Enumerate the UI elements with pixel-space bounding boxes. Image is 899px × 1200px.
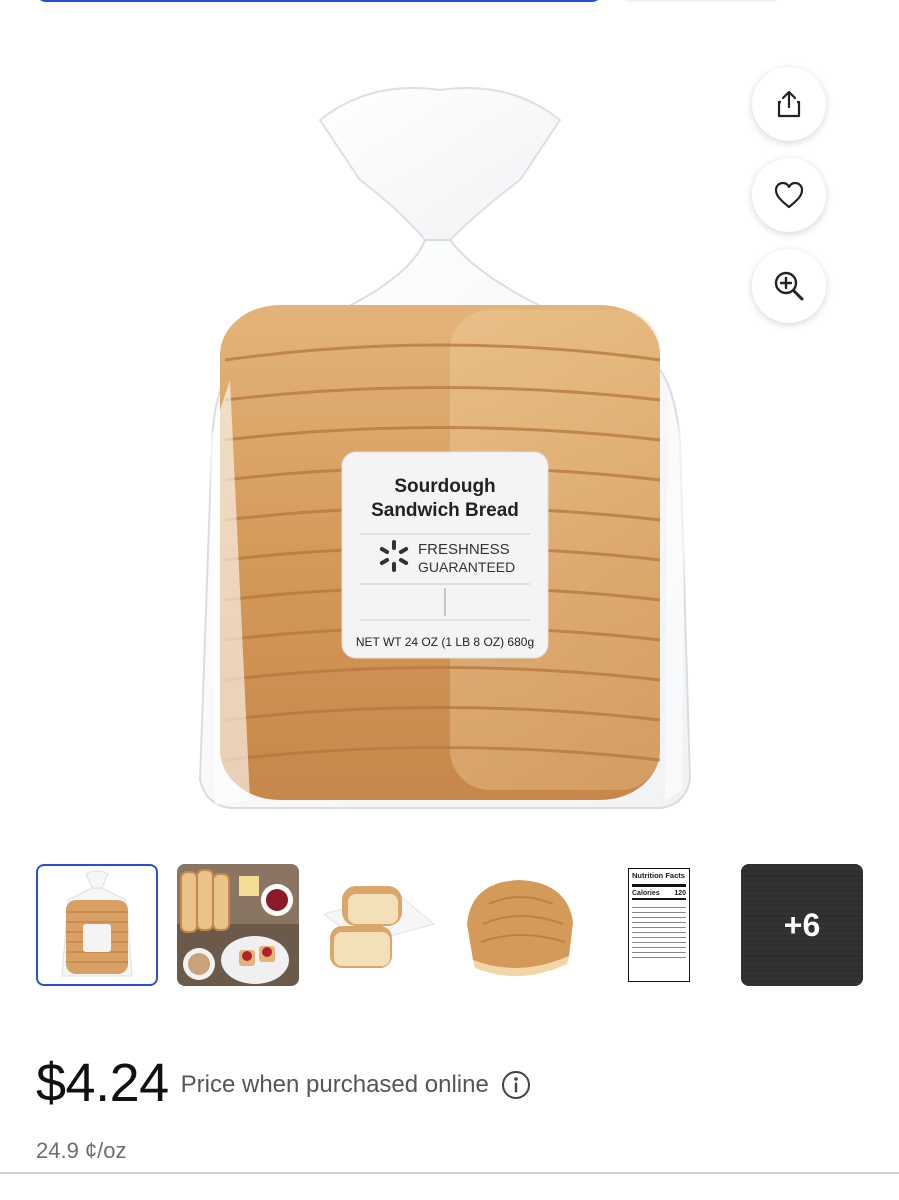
thumbnail-lifestyle[interactable] <box>177 864 299 986</box>
info-icon[interactable] <box>501 1070 531 1100</box>
nutrition-title: Nutrition Facts <box>632 871 685 880</box>
section-divider <box>0 1172 899 1174</box>
unit-price: 24.9 ¢/oz <box>36 1138 127 1163</box>
heart-icon <box>774 181 804 209</box>
price-row: $4.24 Price when purchased online <box>36 1052 531 1114</box>
nutrition-label: Nutrition Facts Calories 120 <box>628 868 690 982</box>
thumbnail-ingredients-more[interactable]: +6 <box>741 864 863 986</box>
share-icon <box>777 90 801 118</box>
product-hero-image[interactable]: Sourdough Sandwich Bread FRESHNESS GUARA… <box>120 60 760 840</box>
thumbnail-sliced-loaf-image <box>322 886 436 968</box>
thumbnail-lifestyle-image <box>177 864 299 986</box>
thumbnail-bread-bag[interactable] <box>36 864 158 986</box>
nutrition-calories-value: 120 <box>674 890 686 897</box>
header-pill-edge[interactable] <box>620 0 782 2</box>
thumbnail-bread-bag-image <box>61 870 133 977</box>
favorite-button[interactable] <box>752 158 826 232</box>
nutrition-calories-label: Calories <box>632 890 660 897</box>
thumbnail-whole-loaf[interactable] <box>459 864 581 986</box>
more-images-count: +6 <box>741 864 863 986</box>
label-title-line2: Sandwich Bread <box>371 500 519 521</box>
label-badge-line2: GUARANTEED <box>418 559 515 575</box>
search-bar-edge[interactable] <box>36 0 602 2</box>
bread-bag-illustration: Sourdough Sandwich Bread FRESHNESS GUARA… <box>198 87 692 809</box>
zoom-in-icon <box>774 271 804 301</box>
price-note: Price when purchased online <box>180 1071 489 1098</box>
thumbnail-whole-loaf-image <box>467 880 573 977</box>
zoom-button[interactable] <box>752 249 826 323</box>
price: $4.24 <box>36 1053 169 1113</box>
label-net-weight: NET WT 24 OZ (1 LB 8 OZ) 680g <box>356 635 534 649</box>
label-title-line1: Sourdough <box>394 476 495 497</box>
share-button[interactable] <box>752 67 826 141</box>
thumbnail-sliced-loaf[interactable] <box>318 864 440 986</box>
label-badge-line1: FRESHNESS <box>418 541 510 558</box>
thumbnail-nutrition-facts[interactable]: Nutrition Facts Calories 120 <box>600 864 722 986</box>
